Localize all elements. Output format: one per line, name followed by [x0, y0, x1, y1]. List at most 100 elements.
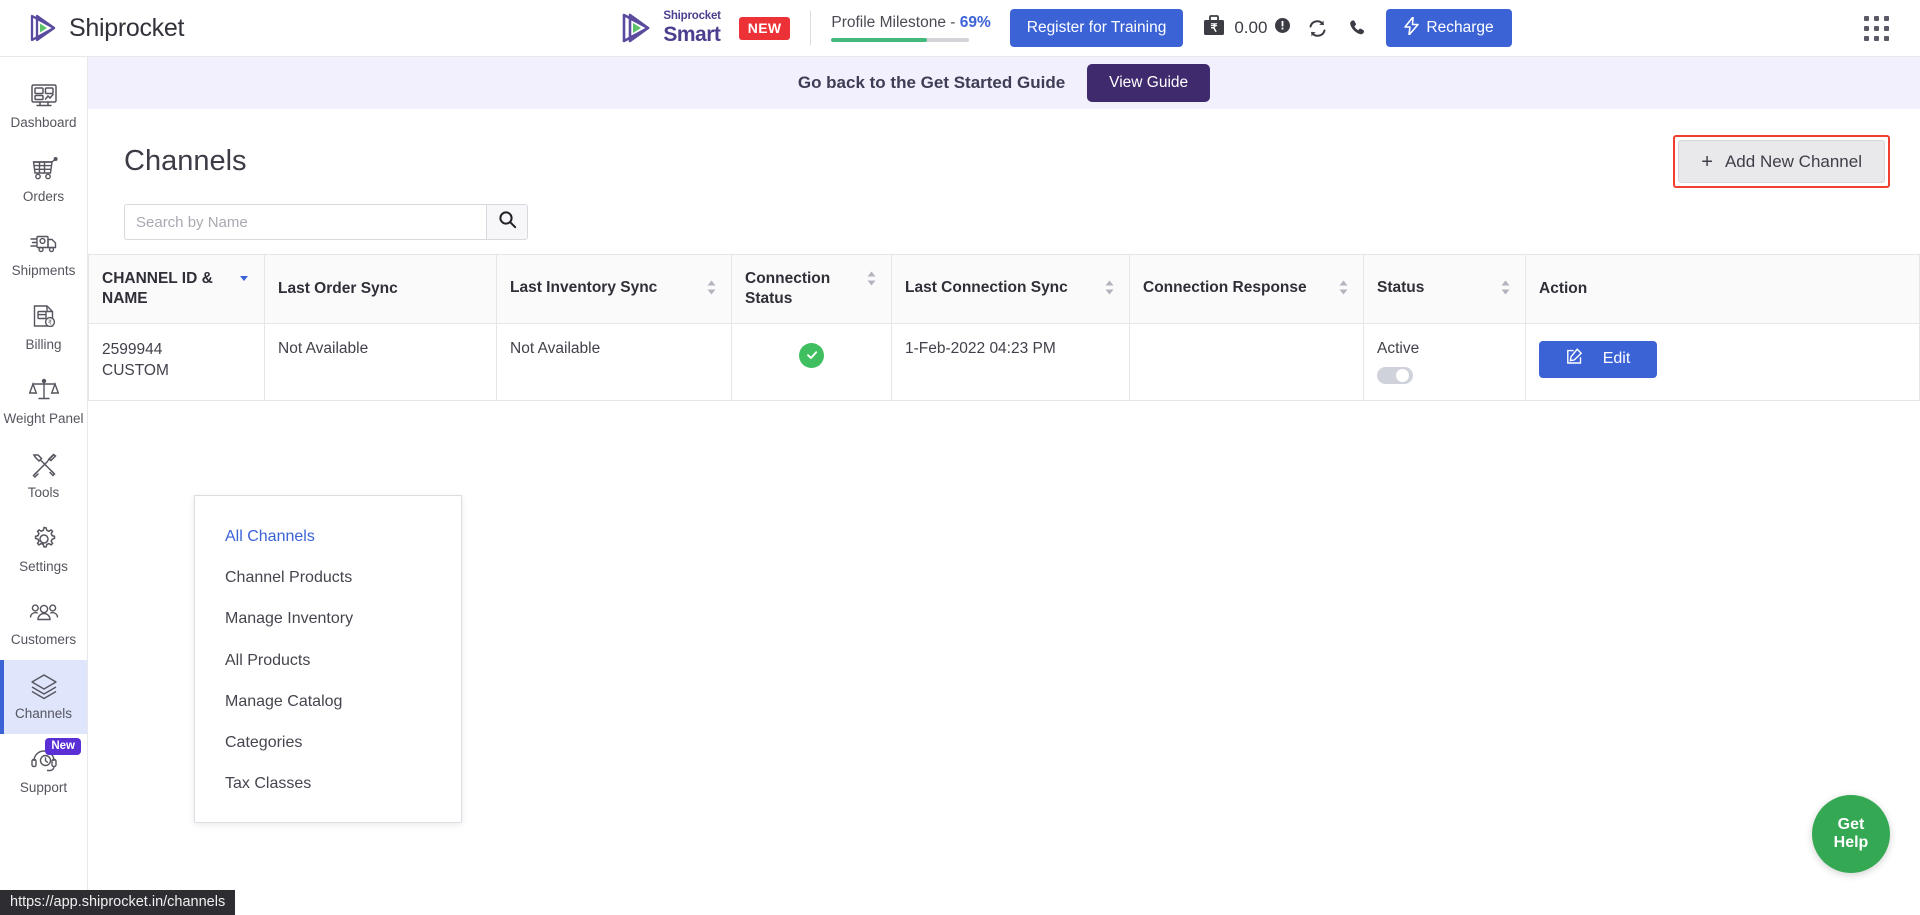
- column-label: Last Connection Sync: [905, 278, 1068, 296]
- menu-item-categories[interactable]: Categories: [195, 722, 461, 763]
- customers-group-icon: [29, 597, 59, 627]
- profile-milestone[interactable]: Profile Milestone - 69%: [831, 14, 991, 42]
- recharge-button[interactable]: Recharge: [1386, 9, 1512, 47]
- gear-icon: [29, 524, 59, 554]
- sort-updown-icon: [866, 271, 877, 291]
- status-badge: Active: [1377, 339, 1420, 357]
- get-started-guide-banner: Go back to the Get Started Guide View Gu…: [88, 57, 1920, 109]
- sidebar-item-shipments[interactable]: Shipments: [0, 217, 87, 291]
- sidebar-item-channels[interactable]: Channels: [0, 660, 87, 735]
- shipments-truck-icon: [29, 228, 59, 258]
- status-toggle[interactable]: [1377, 366, 1413, 384]
- refresh-icon[interactable]: [1307, 18, 1328, 39]
- sidebar-item-label: Support: [19, 780, 68, 796]
- brand-name: Shiprocket: [69, 13, 185, 42]
- get-help-line2: Help: [1833, 834, 1869, 851]
- smart-wordmark: Shiprocket Smart: [663, 11, 721, 46]
- column-header-connection-status[interactable]: Connection Status: [731, 254, 892, 324]
- channel-id: 2599944: [102, 340, 163, 358]
- sort-updown-icon: [1500, 280, 1511, 300]
- sidebar-item-customers[interactable]: Customers: [0, 586, 87, 660]
- menu-item-manage-catalog[interactable]: Manage Catalog: [195, 681, 461, 722]
- column-header-last-inventory-sync[interactable]: Last Inventory Sync: [496, 254, 732, 324]
- brand-logo[interactable]: Shiprocket: [0, 11, 300, 45]
- table-row: 2599944 CUSTOM Not Available Not Availab…: [88, 323, 1920, 401]
- search-input[interactable]: [124, 204, 486, 240]
- billing-invoice-icon: ₹: [29, 302, 59, 332]
- sidebar-item-label: Billing: [25, 336, 62, 352]
- app-root: Shiprocket Shiprocket Smart NEW Profile …: [0, 0, 1920, 915]
- column-label: Connection Response: [1143, 278, 1307, 296]
- weight-scale-icon: [28, 376, 59, 406]
- smart-new-badge: NEW: [738, 16, 791, 40]
- sidebar-item-billing[interactable]: ₹ Billing: [0, 291, 87, 365]
- add-new-channel-highlight: + Add New Channel: [1673, 135, 1890, 188]
- register-for-training-button[interactable]: Register for Training: [1009, 9, 1184, 47]
- column-label: Action: [1539, 279, 1588, 297]
- info-circle-icon[interactable]: [1274, 17, 1291, 39]
- search-box: [124, 204, 528, 240]
- sidebar-item-support[interactable]: New Support: [0, 734, 87, 808]
- sidebar-item-orders[interactable]: Orders: [0, 143, 87, 217]
- view-guide-button[interactable]: View Guide: [1087, 64, 1211, 102]
- sort-updown-icon: [1104, 280, 1115, 300]
- menu-item-all-products[interactable]: All Products: [195, 640, 461, 681]
- column-label: Connection Status: [745, 270, 831, 307]
- plus-icon: +: [1701, 150, 1713, 173]
- column-label: CHANNEL ID & NAME: [102, 270, 213, 307]
- sidebar-item-weight-panel[interactable]: Weight Panel: [0, 365, 87, 439]
- wallet-amount: 0.00: [1234, 18, 1268, 37]
- cell-channel-id-name: 2599944 CUSTOM: [88, 323, 265, 401]
- svg-text:₹: ₹: [1211, 22, 1218, 34]
- page-header: Channels + Add New Channel: [88, 109, 1920, 204]
- sidebar-item-label: Tools: [27, 484, 60, 500]
- support-new-badge: New: [45, 738, 81, 756]
- dashboard-icon: [29, 80, 59, 110]
- sidebar-item-settings[interactable]: Settings: [0, 513, 87, 587]
- tools-icon: [29, 450, 59, 480]
- column-header-action: Action: [1525, 254, 1920, 324]
- column-header-status[interactable]: Status: [1363, 254, 1526, 324]
- column-header-connection-response[interactable]: Connection Response: [1129, 254, 1364, 324]
- add-new-channel-button[interactable]: + Add New Channel: [1678, 140, 1885, 183]
- cell-action: Edit: [1525, 323, 1920, 401]
- menu-item-manage-inventory[interactable]: Manage Inventory: [195, 598, 461, 639]
- menu-item-all-channels[interactable]: All Channels: [195, 516, 461, 557]
- edit-button[interactable]: Edit: [1539, 340, 1657, 378]
- sidebar-item-label: Settings: [19, 558, 68, 574]
- sort-updown-icon: [706, 280, 717, 300]
- cell-connection-status: [731, 323, 892, 401]
- search-row: [88, 204, 1920, 254]
- sort-updown-icon: [1338, 280, 1349, 300]
- wallet-balance[interactable]: ₹ 0.00: [1201, 13, 1291, 44]
- body-wrapper: Dashboard Orders Shipments ₹ Billing Wei…: [0, 57, 1920, 915]
- sidebar-item-label: Channels: [14, 706, 73, 722]
- channels-dropdown-menu: All Channels Channel Products Manage Inv…: [194, 495, 462, 824]
- column-header-channel-id-name[interactable]: CHANNEL ID & NAME: [88, 254, 265, 324]
- get-help-button[interactable]: Get Help: [1812, 795, 1890, 873]
- search-button[interactable]: [486, 204, 528, 240]
- phone-icon[interactable]: [1348, 18, 1368, 38]
- channels-table-wrapper: CHANNEL ID & NAME Last Order Sync Last I…: [88, 254, 1920, 401]
- menu-item-tax-classes[interactable]: Tax Classes: [195, 763, 461, 804]
- column-header-last-connection-sync[interactable]: Last Connection Sync: [891, 254, 1130, 324]
- table-header-row: CHANNEL ID & NAME Last Order Sync Last I…: [88, 254, 1920, 324]
- search-icon: [498, 210, 517, 234]
- column-label: Last Order Sync: [278, 279, 398, 297]
- sidebar-item-dashboard[interactable]: Dashboard: [0, 69, 87, 143]
- sidebar-item-label: Customers: [10, 632, 77, 648]
- sidebar-item-tools[interactable]: Tools: [0, 439, 87, 513]
- apps-grid-icon[interactable]: [1864, 15, 1889, 41]
- sidebar-item-label: Shipments: [11, 262, 76, 278]
- column-header-last-order-sync[interactable]: Last Order Sync: [264, 254, 497, 324]
- header-divider: [810, 11, 812, 45]
- smart-line2: Smart: [663, 22, 721, 46]
- add-new-channel-label: Add New Channel: [1724, 151, 1862, 171]
- chevron-down-icon: [238, 271, 250, 289]
- column-label: Last Inventory Sync: [510, 278, 658, 296]
- edit-pencil-icon: [1566, 348, 1583, 370]
- shiprocket-smart-logo-icon: [618, 9, 656, 47]
- top-header: Shiprocket Shiprocket Smart NEW Profile …: [0, 0, 1920, 57]
- shiprocket-smart-logo[interactable]: Shiprocket Smart NEW: [618, 9, 791, 47]
- menu-item-channel-products[interactable]: Channel Products: [195, 557, 461, 598]
